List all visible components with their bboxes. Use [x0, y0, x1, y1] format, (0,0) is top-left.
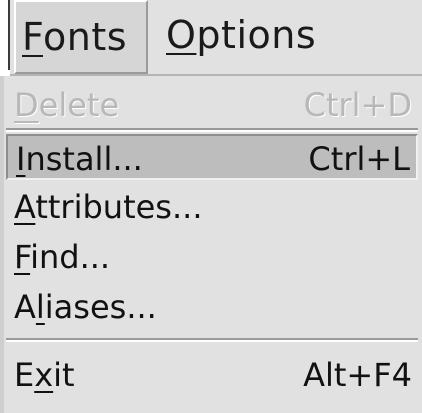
menu-item-aliases-label: Aliases...: [14, 284, 157, 330]
menu-item-find-mnemonic: F: [14, 238, 31, 276]
menu-fonts[interactable]: Fonts: [14, 0, 148, 74]
dropdown-left-edge: [0, 76, 4, 413]
menu-item-delete: Delete Ctrl+D: [6, 82, 418, 128]
menu-item-attributes-label: Attributes...: [14, 184, 202, 230]
menu-fonts-label-rest: onts: [43, 15, 128, 59]
menu-item-aliases-mnemonic: l: [35, 288, 45, 326]
menu-separator: [6, 128, 418, 132]
menu-item-exit-label-pre: E: [14, 356, 35, 394]
menu-item-find[interactable]: Find...: [6, 234, 418, 280]
menu-item-attributes[interactable]: Attributes...: [6, 184, 418, 230]
menu-item-delete-shortcut: Ctrl+D: [303, 86, 412, 124]
menu-separator: [6, 338, 418, 342]
menu-item-attributes-mnemonic: A: [14, 188, 36, 226]
menu-item-delete-mnemonic: D: [14, 86, 39, 124]
menu-options[interactable]: Options: [160, 0, 340, 74]
menu-options-mnemonic: O: [166, 13, 197, 57]
menu-item-aliases[interactable]: Aliases...: [6, 284, 418, 330]
menu-item-install-label: Install...: [16, 136, 143, 182]
menu-item-exit-label: Exit: [14, 352, 75, 398]
menu-item-install[interactable]: Install... Ctrl+L: [6, 134, 418, 180]
application-frame: Fonts Options Delete Ctrl+D Install... C…: [0, 0, 422, 413]
menu-item-find-label: Find...: [14, 234, 110, 280]
menu-item-attributes-label-rest: ttributes...: [35, 188, 203, 226]
window-edge: [0, 0, 10, 76]
menu-item-exit-shortcut: Alt+F4: [303, 356, 412, 394]
menu-item-delete-label-rest: elete: [38, 86, 120, 124]
menu-item-delete-label: Delete: [14, 82, 119, 128]
menu-item-install-shortcut: Ctrl+L: [308, 140, 410, 178]
menu-item-exit-mnemonic: x: [34, 356, 54, 394]
menu-options-label-rest: ptions: [196, 13, 317, 57]
menu-item-exit[interactable]: Exit Alt+F4: [6, 352, 418, 398]
menu-item-aliases-label-pre: A: [14, 288, 36, 326]
menu-fonts-mnemonic: F: [22, 15, 44, 59]
menu-bar: Fonts Options: [0, 0, 422, 76]
menu-item-aliases-label-rest: iases...: [44, 288, 157, 326]
menu-item-find-label-rest: ind...: [30, 238, 111, 276]
menu-item-exit-label-rest: it: [53, 356, 75, 394]
menu-item-install-label-rest: nstall...: [25, 140, 143, 178]
fonts-dropdown-menu: Delete Ctrl+D Install... Ctrl+L Attribut…: [0, 76, 422, 413]
